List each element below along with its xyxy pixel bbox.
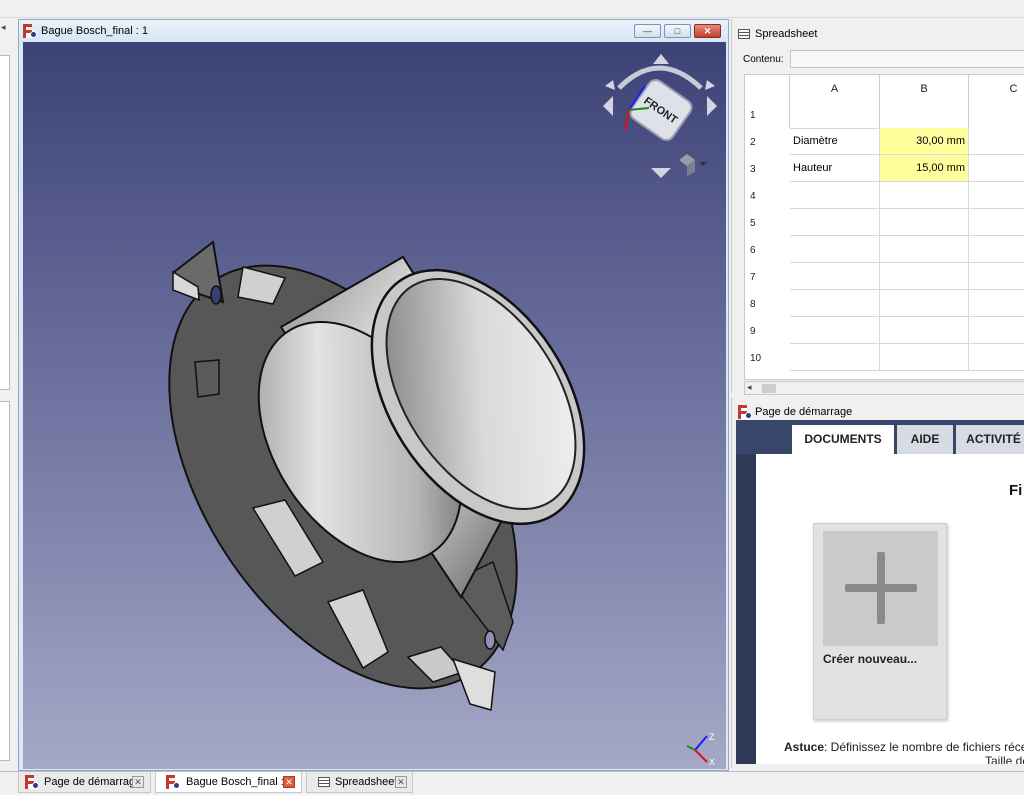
tab-page-de-demarrage[interactable]: Page de démarrage ✕ bbox=[18, 772, 151, 793]
cell-a9[interactable] bbox=[790, 317, 880, 344]
row-header-7[interactable]: 7 bbox=[745, 264, 790, 291]
row-header-4[interactable]: 4 bbox=[745, 183, 790, 210]
start-page-content: DOCUMENTS AIDE ACTIVITÉ Fi Créer nouveau… bbox=[736, 420, 1024, 764]
freecad-icon bbox=[25, 775, 39, 789]
3d-view-title: Bague Bosch_final : 1 bbox=[41, 25, 149, 37]
cell-a4[interactable] bbox=[790, 182, 880, 209]
row-header-6[interactable]: 6 bbox=[745, 237, 790, 264]
cell-b8[interactable] bbox=[880, 290, 969, 317]
cell-c6[interactable] bbox=[969, 236, 1024, 263]
navigation-cube[interactable]: FRONT bbox=[601, 50, 719, 178]
column-header-a[interactable]: A bbox=[790, 75, 880, 128]
start-page-panel: Page de démarrage DOCUMENTS AIDE ACTIVIT… bbox=[731, 397, 1024, 768]
freecad-icon bbox=[738, 405, 752, 419]
spreadsheet-icon bbox=[738, 29, 750, 39]
cell-b5[interactable] bbox=[880, 209, 969, 236]
cell-b6[interactable] bbox=[880, 236, 969, 263]
tab-documents[interactable]: DOCUMENTS bbox=[792, 425, 894, 454]
row-header-8[interactable]: 8 bbox=[745, 291, 790, 318]
cell-b2[interactable]: 30,00 mm bbox=[880, 128, 969, 155]
row-header-2[interactable]: 2 bbox=[745, 129, 790, 156]
minimize-button[interactable]: — bbox=[634, 24, 661, 38]
scrollbar-thumb[interactable] bbox=[762, 384, 776, 393]
documents-tab-body: Fi Créer nouveau... Astuce: Définissez l… bbox=[756, 454, 1024, 764]
row-header-1[interactable]: 1 bbox=[745, 102, 790, 129]
close-tab-icon[interactable]: ✕ bbox=[283, 776, 295, 788]
nav-arrow-up-icon bbox=[653, 54, 669, 64]
tip-text: Astuce: Définissez le nombre de fichiers… bbox=[784, 740, 1024, 754]
nav-arrow-left-icon bbox=[603, 96, 613, 116]
create-new-label: Créer nouveau... bbox=[823, 652, 918, 666]
cell-c4[interactable] bbox=[969, 182, 1024, 209]
cell-c9[interactable] bbox=[969, 317, 1024, 344]
cell-a3[interactable]: Hauteur bbox=[790, 155, 880, 182]
close-button[interactable]: ✕ bbox=[694, 24, 721, 38]
cell-b3[interactable]: 15,00 mm bbox=[880, 155, 969, 182]
spreadsheet-horizontal-scrollbar[interactable]: ◂ bbox=[744, 381, 1024, 395]
left-panel: ◂ bbox=[0, 18, 14, 768]
close-tab-icon[interactable]: ✕ bbox=[132, 776, 144, 788]
left-scroll-arrow-icon[interactable]: ◂ bbox=[1, 22, 6, 33]
spreadsheet-titlebar: Spreadsheet bbox=[732, 19, 1024, 41]
row-header-5[interactable]: 5 bbox=[745, 210, 790, 237]
tab-activite[interactable]: ACTIVITÉ bbox=[956, 425, 1024, 454]
contents-input[interactable] bbox=[790, 50, 1024, 68]
tip-text-line2: Taille de bbox=[985, 754, 1024, 764]
spreadsheet-title: Spreadsheet bbox=[755, 28, 818, 40]
3d-view-window: Bague Bosch_final : 1 — □ ✕ FRONT Z X bbox=[18, 19, 729, 771]
cell-b4[interactable] bbox=[880, 182, 969, 209]
cell-c2[interactable] bbox=[969, 128, 1024, 155]
contents-label: Contenu: bbox=[743, 54, 784, 65]
cell-c5[interactable] bbox=[969, 209, 1024, 236]
cell-c7[interactable] bbox=[969, 263, 1024, 290]
cell-a8[interactable] bbox=[790, 290, 880, 317]
freecad-icon bbox=[166, 775, 180, 789]
cell-a10[interactable] bbox=[790, 344, 880, 371]
spreadsheet-icon bbox=[318, 777, 330, 787]
nav-arrow-right-icon bbox=[707, 96, 717, 116]
cell-a6[interactable] bbox=[790, 236, 880, 263]
cell-c8[interactable] bbox=[969, 290, 1024, 317]
tab-spreadsheet[interactable]: Spreadsheet ✕ bbox=[306, 772, 413, 793]
close-tab-icon[interactable]: ✕ bbox=[395, 776, 407, 788]
column-header-c[interactable]: C bbox=[969, 75, 1024, 128]
cell-a7[interactable] bbox=[790, 263, 880, 290]
tab-aide[interactable]: AIDE bbox=[897, 425, 953, 454]
3d-view-titlebar: Bague Bosch_final : 1 — □ ✕ bbox=[19, 20, 728, 42]
svg-text:Z: Z bbox=[709, 732, 715, 742]
start-page-title: Page de démarrage bbox=[755, 406, 853, 418]
svg-text:X: X bbox=[709, 757, 715, 766]
cell-c10[interactable] bbox=[969, 344, 1024, 371]
row-header-3[interactable]: 3 bbox=[745, 156, 790, 183]
column-header-b[interactable]: B bbox=[880, 75, 969, 128]
restore-button[interactable]: □ bbox=[664, 24, 691, 38]
cell-b9[interactable] bbox=[880, 317, 969, 344]
axis-cross-icon: Z X bbox=[686, 732, 715, 766]
plus-icon bbox=[823, 531, 938, 646]
freecad-icon bbox=[23, 24, 37, 38]
spreadsheet-panel: Spreadsheet Contenu: A B C 1 2 3 4 5 6 7… bbox=[731, 19, 1024, 395]
combo-view-tree[interactable] bbox=[0, 55, 10, 390]
nav-arrow-down-icon bbox=[651, 168, 671, 178]
cell-c3[interactable] bbox=[969, 155, 1024, 182]
section-heading: Fi bbox=[1009, 482, 1023, 499]
spreadsheet-grid[interactable]: A B C 1 2 3 4 5 6 7 8 9 10 Diamètre 30,0… bbox=[744, 74, 1024, 380]
freecad-window: ◂ Bague Bosch_final : 1 — □ ✕ FRONT Z X … bbox=[0, 0, 1024, 795]
document-tab-bar: Page de démarrage ✕ Bague Bosch_final : … bbox=[0, 771, 1024, 795]
scroll-left-icon[interactable]: ◂ bbox=[747, 382, 752, 393]
cell-b7[interactable] bbox=[880, 263, 969, 290]
start-page-tabbar: DOCUMENTS AIDE ACTIVITÉ bbox=[736, 420, 1024, 454]
tab-bague-bosch[interactable]: Bague Bosch_final : 1 ✕ bbox=[155, 772, 302, 793]
menu-strip bbox=[0, 0, 1024, 18]
combo-view-properties[interactable] bbox=[0, 401, 10, 761]
row-header-9[interactable]: 9 bbox=[745, 318, 790, 345]
start-page-titlebar: Page de démarrage bbox=[732, 397, 1024, 419]
3d-viewport[interactable]: FRONT Z X bbox=[23, 42, 726, 769]
cell-b10[interactable] bbox=[880, 344, 969, 371]
create-new-card[interactable]: Créer nouveau... bbox=[813, 523, 947, 720]
cell-a2[interactable]: Diamètre bbox=[790, 128, 880, 155]
cell-a5[interactable] bbox=[790, 209, 880, 236]
row-header-10[interactable]: 10 bbox=[745, 345, 790, 372]
